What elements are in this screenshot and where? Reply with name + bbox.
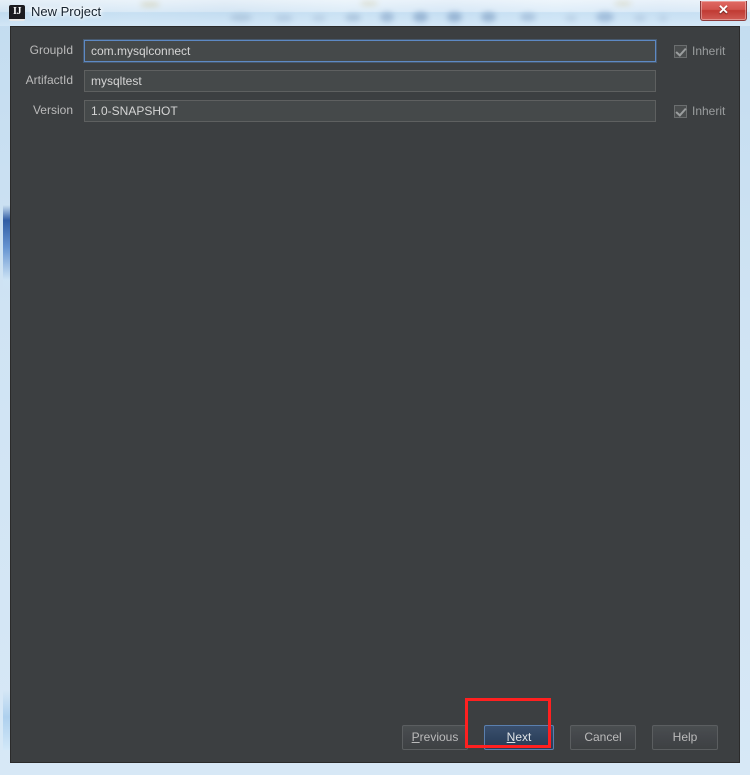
previous-label: revious bbox=[419, 730, 459, 744]
desktop-blur-blob bbox=[596, 12, 614, 22]
desktop-blur-blob bbox=[275, 15, 293, 21]
dialog-button-bar: Previous Next Cancel Help bbox=[11, 717, 741, 757]
window-title-bar[interactable]: IJ New Project ✕ bbox=[0, 0, 750, 26]
form-row-groupid: GroupId Inherit bbox=[11, 40, 741, 62]
checkbox-checked-icon[interactable] bbox=[674, 44, 687, 58]
close-icon[interactable]: ✕ bbox=[700, 1, 747, 21]
inherit-label: Inherit bbox=[692, 44, 726, 58]
desktop-blur-blob bbox=[520, 13, 536, 21]
window-title: New Project bbox=[31, 4, 102, 19]
desktop-blur-blob bbox=[447, 12, 462, 22]
desktop-blur-blob bbox=[230, 14, 252, 21]
artifactid-input[interactable] bbox=[84, 70, 656, 92]
desktop-blur-blob bbox=[345, 14, 361, 21]
groupid-label: GroupId bbox=[29, 43, 73, 57]
groupid-input[interactable] bbox=[84, 40, 656, 62]
previous-button[interactable]: Previous bbox=[402, 725, 468, 750]
intellij-app-icon: IJ bbox=[9, 5, 25, 21]
checkbox-checked-icon[interactable] bbox=[674, 104, 687, 118]
form-row-version: Version Inherit bbox=[11, 100, 741, 122]
help-button[interactable]: Help bbox=[652, 725, 718, 750]
aero-window-frame: IJ New Project ✕ GroupId Inherit Artifac… bbox=[0, 0, 750, 775]
version-input[interactable] bbox=[84, 100, 656, 122]
desktop-blur-blob bbox=[614, 1, 632, 6]
desktop-blur-blob bbox=[140, 2, 160, 7]
form-row-artifactid: ArtifactId bbox=[11, 70, 741, 92]
cancel-button[interactable]: Cancel bbox=[570, 725, 636, 750]
next-label: ext bbox=[515, 730, 532, 744]
next-button[interactable]: Next bbox=[484, 725, 554, 750]
desktop-blur-blob bbox=[413, 12, 428, 22]
desktop-blur-blob bbox=[312, 15, 326, 21]
desktop-blur-blob bbox=[360, 1, 378, 6]
desktop-blur-blob bbox=[565, 15, 577, 21]
desktop-blur-blob bbox=[481, 12, 496, 22]
version-inherit-checkbox-group[interactable]: Inherit bbox=[674, 100, 725, 122]
artifactid-label: ArtifactId bbox=[25, 73, 73, 87]
desktop-blur-blob bbox=[658, 15, 668, 21]
inherit-label: Inherit bbox=[692, 104, 726, 118]
version-label: Version bbox=[32, 103, 73, 117]
previous-mnemonic: P bbox=[411, 730, 420, 744]
new-project-dialog: GroupId Inherit ArtifactId Version Inher… bbox=[10, 26, 740, 763]
groupid-inherit-checkbox-group[interactable]: Inherit bbox=[674, 40, 725, 62]
desktop-blur-blob bbox=[634, 15, 646, 21]
desktop-blur-blob bbox=[380, 12, 394, 22]
